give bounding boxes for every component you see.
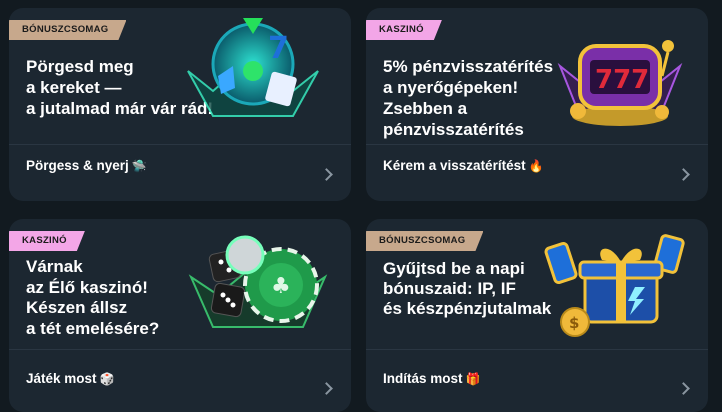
dice-chips-icon: ♣ [188, 235, 328, 328]
card-divider [9, 349, 351, 350]
spin-and-win-link[interactable]: Pörgess & nyerj 🛸 [26, 158, 147, 173]
svg-text:777: 777 [595, 65, 649, 95]
svg-text:7: 7 [268, 31, 289, 66]
fire-icon: 🔥 [528, 158, 544, 173]
chevron-right-icon[interactable] [320, 168, 333, 181]
gift-icon: 🎁 [465, 371, 481, 386]
promo-card-cashback[interactable]: KASZINÓ 5% pénzvisszatérítés a nyerőgépe… [366, 8, 708, 201]
gift-box-icon: $ [544, 234, 685, 337]
chevron-right-icon[interactable] [677, 382, 690, 395]
promo-card-live-casino[interactable]: KASZINÓ Várnak az Élő kaszinó! Készen ál… [9, 219, 351, 412]
promo-card-daily-bonus[interactable]: BÓNUSZCSOMAG Gyűjtsd be a napi bónuszaid… [366, 219, 708, 412]
card-divider [366, 144, 708, 145]
svg-text:♣: ♣ [271, 274, 291, 299]
chevron-right-icon[interactable] [677, 168, 690, 181]
promo-card-wheel[interactable]: BÓNUSZCSOMAG Pörgesd meg a kereket — a j… [9, 8, 351, 201]
cta-label: Játék most [26, 371, 97, 386]
cta-label: Kérem a visszatérítést [383, 158, 526, 173]
svg-text:$: $ [569, 314, 579, 332]
ufo-icon: 🛸 [131, 158, 147, 173]
card-divider [9, 144, 351, 145]
claim-cashback-link[interactable]: Kérem a visszatérítést 🔥 [383, 158, 544, 173]
category-tag: KASZINÓ [9, 231, 85, 251]
wheel-icon: 7 [187, 18, 319, 117]
start-now-link[interactable]: Indítás most 🎁 [383, 371, 480, 386]
category-tag: BÓNUSZCSOMAG [366, 231, 483, 251]
promo-title: 5% pénzvisszatérítés a nyerőgépeken! Zse… [383, 57, 554, 139]
card-divider [366, 349, 708, 350]
category-tag: BÓNUSZCSOMAG [9, 20, 126, 40]
category-tag: KASZINÓ [366, 20, 442, 40]
play-now-link[interactable]: Játék most 🎲 [26, 371, 115, 386]
cta-label: Indítás most [383, 371, 463, 386]
slot-machine-icon: 777 [557, 40, 683, 126]
cta-label: Pörgess & nyerj [26, 158, 129, 173]
dice-icon: 🎲 [99, 371, 115, 386]
chevron-right-icon[interactable] [320, 382, 333, 395]
